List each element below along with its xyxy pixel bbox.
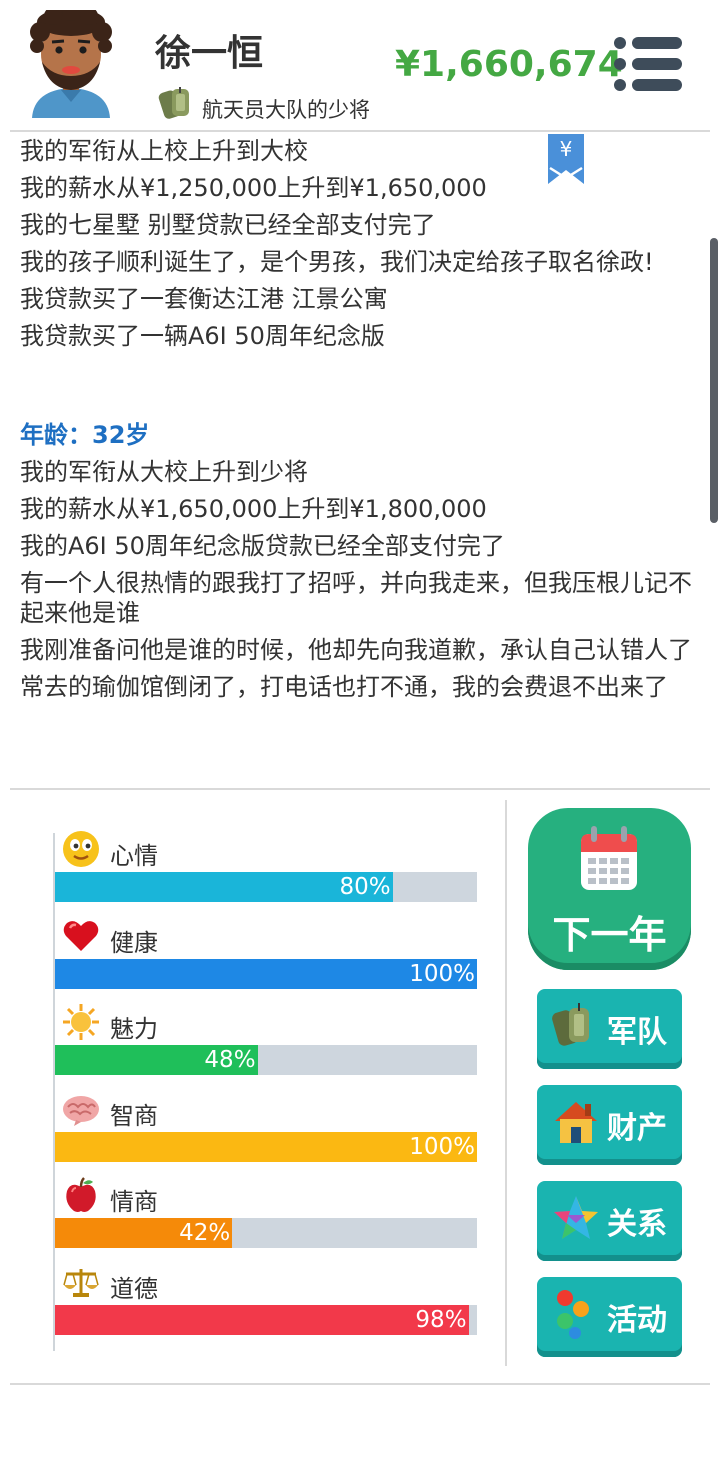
stat-bar-fill: 42%: [55, 1218, 233, 1248]
log-entry: 我的七星墅 别墅贷款已经全部支付完了: [20, 211, 436, 239]
stat-bar-fill: 98%: [55, 1304, 469, 1335]
action-button-activity-dots[interactable]: 活动: [537, 1277, 682, 1357]
log-entry: 我的薪水从¥1,650,000上升到¥1,800,000: [20, 495, 487, 523]
stat-percent: 98%: [415, 1306, 467, 1333]
brain-icon: [62, 1090, 100, 1128]
apple-icon: [62, 1176, 100, 1214]
bookmark-symbol: ¥: [560, 137, 573, 161]
log-divider: [10, 788, 710, 790]
log-entry: 我的孩子顺利诞生了，是个男孩，我们决定给孩子取名徐政!: [20, 248, 654, 276]
profile-header: 徐一恒 航天员大队的少将 ¥1,660,674: [0, 0, 720, 132]
stat-percent: 100%: [409, 960, 475, 987]
star-icon: [551, 1193, 601, 1243]
avatar[interactable]: [28, 10, 114, 118]
action-button-military-tag[interactable]: 军队: [537, 989, 682, 1069]
stat-bar-fill: 80%: [55, 872, 393, 902]
stat-bar-track: 100%: [55, 958, 477, 989]
next-year-button[interactable]: 下一年: [528, 808, 691, 970]
sun-icon: [62, 1003, 100, 1041]
house-icon: [551, 1097, 601, 1147]
rank-title: 航天员大队的少将: [202, 98, 370, 122]
action-button-house[interactable]: 财产: [537, 1085, 682, 1165]
calendar-icon: [581, 826, 637, 890]
stat-label: 健康: [110, 928, 158, 957]
next-year-label: 下一年: [552, 913, 667, 957]
player-name: 徐一恒: [155, 33, 264, 74]
log-entry: 我的军衔从大校上升到少将: [20, 458, 308, 486]
military-tag-icon: [551, 1001, 601, 1051]
action-button-star[interactable]: 关系: [537, 1181, 682, 1261]
activity-dots-icon: [551, 1289, 601, 1339]
stat-row: 情商 42%: [55, 1176, 477, 1262]
log-spacer: [20, 358, 695, 420]
stat-bar-track: 48%: [55, 1045, 477, 1075]
stat-row: 智商 100%: [55, 1090, 477, 1176]
stat-bar-fill: 100%: [55, 1131, 477, 1162]
stats-panel: 心情 80% 健康 100% 魅力 48% 智商 100% 情商 42% 道德 98%: [0, 800, 500, 1360]
menu-button[interactable]: [612, 36, 684, 92]
stat-percent: 42%: [179, 1220, 231, 1246]
scales-icon: [62, 1263, 100, 1301]
stat-bar-track: 98%: [55, 1304, 477, 1335]
panel-divider: [505, 800, 507, 1366]
log-entry: 我刚准备问他是谁的时候，他却先向我道歉，承认自己认错人了: [20, 636, 692, 664]
stat-label: 魅力: [110, 1015, 158, 1043]
smiley-face-icon: [62, 830, 100, 868]
bottom-divider: [10, 1383, 710, 1385]
log-entry: 有一个人很热情的跟我打了招呼，并向我走来，但我压根儿记不起来他是谁: [20, 569, 692, 627]
money-balance: ¥1,660,674: [395, 44, 623, 85]
stat-bar-track: 80%: [55, 872, 477, 902]
app-screen: 徐一恒 航天员大队的少将 ¥1,660,674 我的军衔从上校上升到大校我的薪水…: [0, 0, 720, 1480]
log-scrollbar[interactable]: [710, 238, 718, 523]
stat-row: 魅力 48%: [55, 1003, 477, 1089]
log-entry: 我的A6I 50周年纪念版贷款已经全部支付完了: [20, 532, 505, 560]
stat-label: 道德: [110, 1274, 158, 1303]
event-log[interactable]: 我的军衔从上校上升到大校我的薪水从¥1,250,000上升到¥1,650,000…: [20, 136, 695, 776]
stat-bar-fill: 100%: [55, 958, 477, 989]
log-entry: 我的薪水从¥1,250,000上升到¥1,650,000: [20, 174, 487, 202]
log-entry: 我贷款买了一辆A6I 50周年纪念版: [20, 322, 385, 350]
military-tag-icon: [158, 87, 189, 119]
log-entry: 我的军衔从上校上升到大校: [20, 137, 308, 165]
stat-label: 智商: [110, 1101, 158, 1130]
action-button-label: 活动: [607, 1303, 667, 1338]
stat-label: 心情: [110, 842, 158, 870]
heart-icon: [62, 917, 100, 955]
stat-bar-fill: 48%: [55, 1045, 258, 1075]
money-bookmark-icon[interactable]: ¥: [548, 134, 584, 184]
action-button-label: 关系: [607, 1207, 667, 1242]
action-button-label: 财产: [607, 1111, 667, 1146]
stat-bar-track: 42%: [55, 1218, 477, 1248]
stat-percent: 100%: [409, 1133, 475, 1160]
event-group-current: 我的军衔从大校上升到少将我的薪水从¥1,650,000上升到¥1,800,000…: [20, 457, 695, 702]
log-entry: 我贷款买了一套衡达江港 江景公寓: [20, 285, 388, 313]
stat-bar-track: 100%: [55, 1131, 477, 1162]
stat-percent: 80%: [339, 874, 391, 900]
age-heading: 年龄：32岁: [20, 421, 150, 449]
action-button-label: 军队: [607, 1015, 667, 1050]
stat-row: 心情 80%: [55, 830, 477, 916]
event-group-previous: 我的军衔从上校上升到大校我的薪水从¥1,250,000上升到¥1,650,000…: [20, 136, 695, 351]
header-divider: [10, 130, 710, 132]
stat-percent: 48%: [204, 1047, 256, 1073]
stat-label: 情商: [110, 1188, 158, 1216]
stat-row: 健康 100%: [55, 917, 477, 1003]
log-entry: 常去的瑜伽馆倒闭了，打电话也打不通，我的会费退不出来了: [20, 673, 668, 701]
stat-row: 道德 98%: [55, 1263, 477, 1349]
